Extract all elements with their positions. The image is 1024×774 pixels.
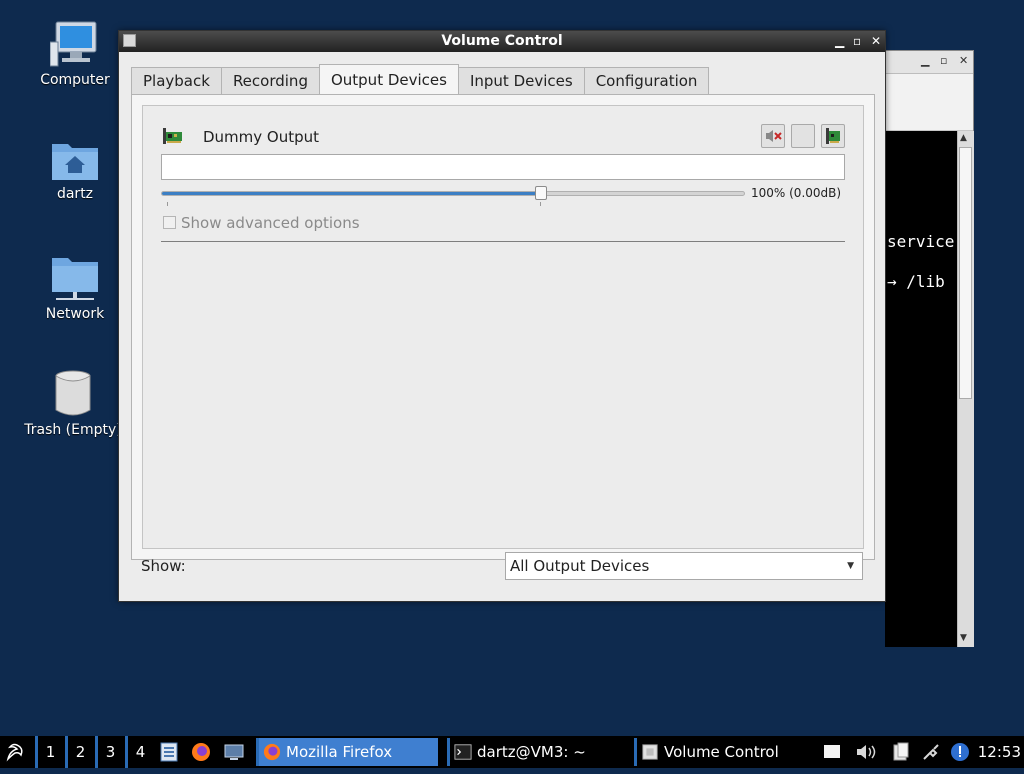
tab-recording[interactable]: Recording xyxy=(220,67,320,94)
tab-input-devices[interactable]: Input Devices xyxy=(457,67,585,94)
trash-icon xyxy=(55,370,91,416)
firefox-icon xyxy=(192,743,210,761)
desktop-icon-computer[interactable]: Computer xyxy=(20,20,130,88)
volume-slider[interactable] xyxy=(161,191,745,196)
desktop-icon-network[interactable]: Network xyxy=(20,254,130,322)
volume-control-app-icon xyxy=(642,744,658,760)
network-folder-icon xyxy=(52,258,98,300)
terminal-scrollbar[interactable]: ▲ ▼ xyxy=(957,131,974,647)
workspace-4[interactable]: 4 xyxy=(125,736,153,768)
chevron-down-icon: ▼ xyxy=(847,561,854,571)
task-label: dartz@VM3: ~ xyxy=(477,743,586,761)
close-icon[interactable]: ✕ xyxy=(871,31,881,52)
speaker-muted-icon xyxy=(766,130,782,142)
desktop-icon-label: Trash (Empty) xyxy=(24,422,122,438)
port-field[interactable] xyxy=(161,154,845,180)
tray-volume[interactable] xyxy=(855,736,879,768)
slider-tick-min xyxy=(167,202,168,206)
volume-slider-fill xyxy=(162,192,541,195)
file-manager-icon xyxy=(160,742,178,762)
mute-button[interactable] xyxy=(761,124,785,148)
app-menu-icon xyxy=(6,743,23,762)
tray-updates[interactable] xyxy=(950,736,972,768)
workspace-1[interactable]: 1 xyxy=(35,736,63,768)
info-alert-icon xyxy=(951,743,969,761)
taskbar: 1 2 3 4 Mozilla Firefox dartz@VM3: ~ Vol… xyxy=(0,736,1024,768)
terminal-output[interactable]: service → /lib xyxy=(885,131,957,647)
close-icon[interactable]: ✕ xyxy=(959,54,968,67)
window-titlebar[interactable]: Volume Control ▁ ▫ ✕ xyxy=(119,31,885,52)
firefox-launcher[interactable] xyxy=(191,736,213,768)
maximize-icon[interactable]: ▫ xyxy=(853,31,861,52)
sound-card-icon xyxy=(163,128,182,144)
sound-card-default-icon xyxy=(826,128,840,144)
speaker-icon xyxy=(857,745,876,759)
task-firefox[interactable]: Mozilla Firefox xyxy=(256,738,438,766)
task-volume-control[interactable]: Volume Control xyxy=(634,738,816,766)
tray-network[interactable] xyxy=(921,736,943,768)
show-label: Show: xyxy=(141,557,186,575)
advanced-options-checkbox[interactable] xyxy=(163,216,176,229)
device-list: Dummy Output 100% (0.00dB) Show advanced… xyxy=(142,105,864,549)
firefox-icon xyxy=(263,743,281,761)
background-terminal-window[interactable]: ▁ ▫ ✕ service → /lib ▲ ▼ xyxy=(884,50,974,647)
app-icon[interactable] xyxy=(123,34,136,47)
tab-configuration[interactable]: Configuration xyxy=(583,67,710,94)
start-menu-button[interactable] xyxy=(4,736,30,768)
desktop-icon-label: Network xyxy=(45,306,105,322)
background-window-titlebar[interactable]: ▁ ▫ ✕ xyxy=(885,51,973,74)
window-title: Volume Control xyxy=(441,33,563,49)
terminal-launcher[interactable] xyxy=(224,736,246,768)
terminal-line: → /lib xyxy=(887,272,945,291)
minimize-icon[interactable]: ▁ xyxy=(835,31,844,52)
terminal-line: service xyxy=(887,232,955,251)
task-terminal[interactable]: dartz@VM3: ~ xyxy=(447,738,629,766)
output-devices-panel: Dummy Output 100% (0.00dB) Show advanced… xyxy=(131,94,875,560)
volume-slider-handle[interactable] xyxy=(534,186,547,200)
tab-playback[interactable]: Playback xyxy=(131,67,222,94)
device-name: Dummy Output xyxy=(203,128,320,146)
clock[interactable]: 12:53 xyxy=(978,736,1021,768)
scroll-up-icon[interactable]: ▲ xyxy=(960,133,967,143)
tray-clipboard[interactable] xyxy=(891,736,913,768)
network-plug-icon xyxy=(923,744,939,760)
desktop-icon-home-folder[interactable]: dartz xyxy=(20,138,130,202)
computer-icon xyxy=(50,21,97,67)
volume-level-label: 100% (0.00dB) xyxy=(751,186,842,200)
task-label: Mozilla Firefox xyxy=(286,743,393,761)
clipboard-icon xyxy=(893,742,909,761)
desktop-icon-trash[interactable]: Trash (Empty) xyxy=(18,370,128,438)
desktop-icon-label: dartz xyxy=(56,186,94,202)
screen-icon xyxy=(224,744,244,760)
scroll-down-icon[interactable]: ▼ xyxy=(960,633,967,643)
tab-bar: Playback Recording Output Devices Input … xyxy=(131,64,710,95)
tray-display[interactable] xyxy=(823,736,843,768)
advanced-options-label[interactable]: Show advanced options xyxy=(181,214,360,232)
scrollbar-thumb[interactable] xyxy=(959,147,972,399)
display-icon xyxy=(824,745,840,758)
file-manager-launcher[interactable] xyxy=(160,736,180,768)
minimize-icon[interactable]: ▁ xyxy=(921,54,929,67)
home-folder-icon xyxy=(52,144,98,180)
volume-control-window[interactable]: Volume Control ▁ ▫ ✕ Playback Recording … xyxy=(118,30,886,602)
lock-channels-button[interactable] xyxy=(791,124,815,148)
device-separator xyxy=(161,241,845,242)
show-filter-value: All Output Devices xyxy=(510,557,650,575)
maximize-icon[interactable]: ▫ xyxy=(940,54,947,67)
slider-tick-norm xyxy=(540,202,541,206)
terminal-icon xyxy=(454,744,472,760)
workspace-2[interactable]: 2 xyxy=(65,736,93,768)
tab-output-devices[interactable]: Output Devices xyxy=(318,64,459,94)
task-label: Volume Control xyxy=(664,743,779,761)
background-window-toolbar xyxy=(885,74,973,131)
show-filter-dropdown[interactable]: All Output Devices ▼ xyxy=(505,552,863,580)
set-default-button[interactable] xyxy=(821,124,845,148)
desktop-icon-label: Computer xyxy=(40,72,110,88)
workspace-3[interactable]: 3 xyxy=(95,736,123,768)
